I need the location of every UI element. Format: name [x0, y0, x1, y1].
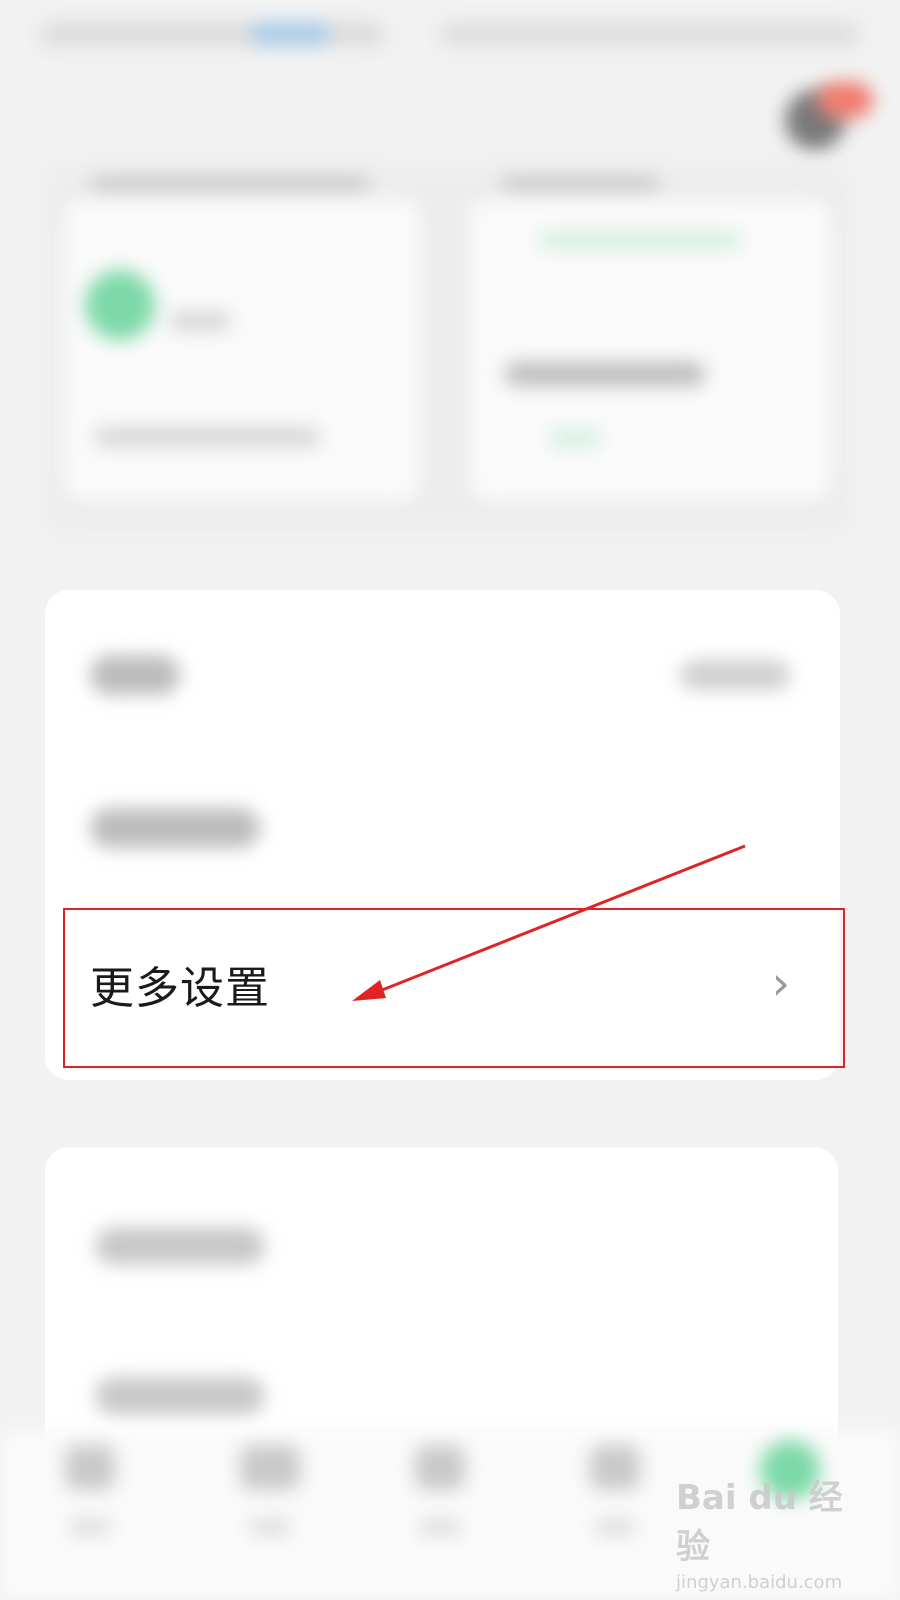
settings-row-2-label[interactable] — [90, 808, 260, 848]
settings-row-1-value — [680, 660, 790, 690]
top-tab-highlight — [250, 22, 330, 46]
stats-right-heading — [500, 175, 660, 195]
stats-right-value — [505, 362, 705, 386]
nav-item-1-label — [70, 1520, 110, 1534]
watermark-url: jingyan.baidu.com — [676, 1572, 843, 1593]
nav-item-4-icon[interactable] — [590, 1445, 640, 1490]
nav-item-2-label — [250, 1520, 290, 1534]
top-search-bar[interactable] — [40, 12, 860, 62]
stats-card-left[interactable] — [65, 200, 420, 500]
watermark-brand: Bai du 经验 — [676, 1478, 843, 1567]
watermark: Bai du 经验 jingyan.baidu.com — [676, 1470, 876, 1593]
top-tab-left[interactable] — [40, 22, 385, 46]
settings-row-4-label[interactable] — [95, 1377, 265, 1415]
stats-right-tags — [540, 232, 740, 248]
nav-item-3-label — [420, 1520, 460, 1534]
nav-item-4-label — [595, 1520, 635, 1534]
settings-row-3-label[interactable] — [95, 1227, 265, 1265]
stats-left-caption — [95, 428, 320, 446]
top-tab-right[interactable] — [440, 22, 860, 46]
nav-item-1-icon[interactable] — [65, 1445, 115, 1490]
nav-item-2-icon[interactable] — [240, 1445, 300, 1490]
stats-right-trend — [550, 430, 600, 446]
nav-item-3-icon[interactable] — [415, 1445, 465, 1490]
settings-row-1-label[interactable] — [90, 655, 180, 695]
annotation-highlight-box — [63, 908, 845, 1068]
status-icon — [85, 270, 155, 340]
stats-left-heading — [90, 175, 370, 195]
status-text — [170, 312, 230, 330]
notification-badge — [818, 82, 873, 118]
